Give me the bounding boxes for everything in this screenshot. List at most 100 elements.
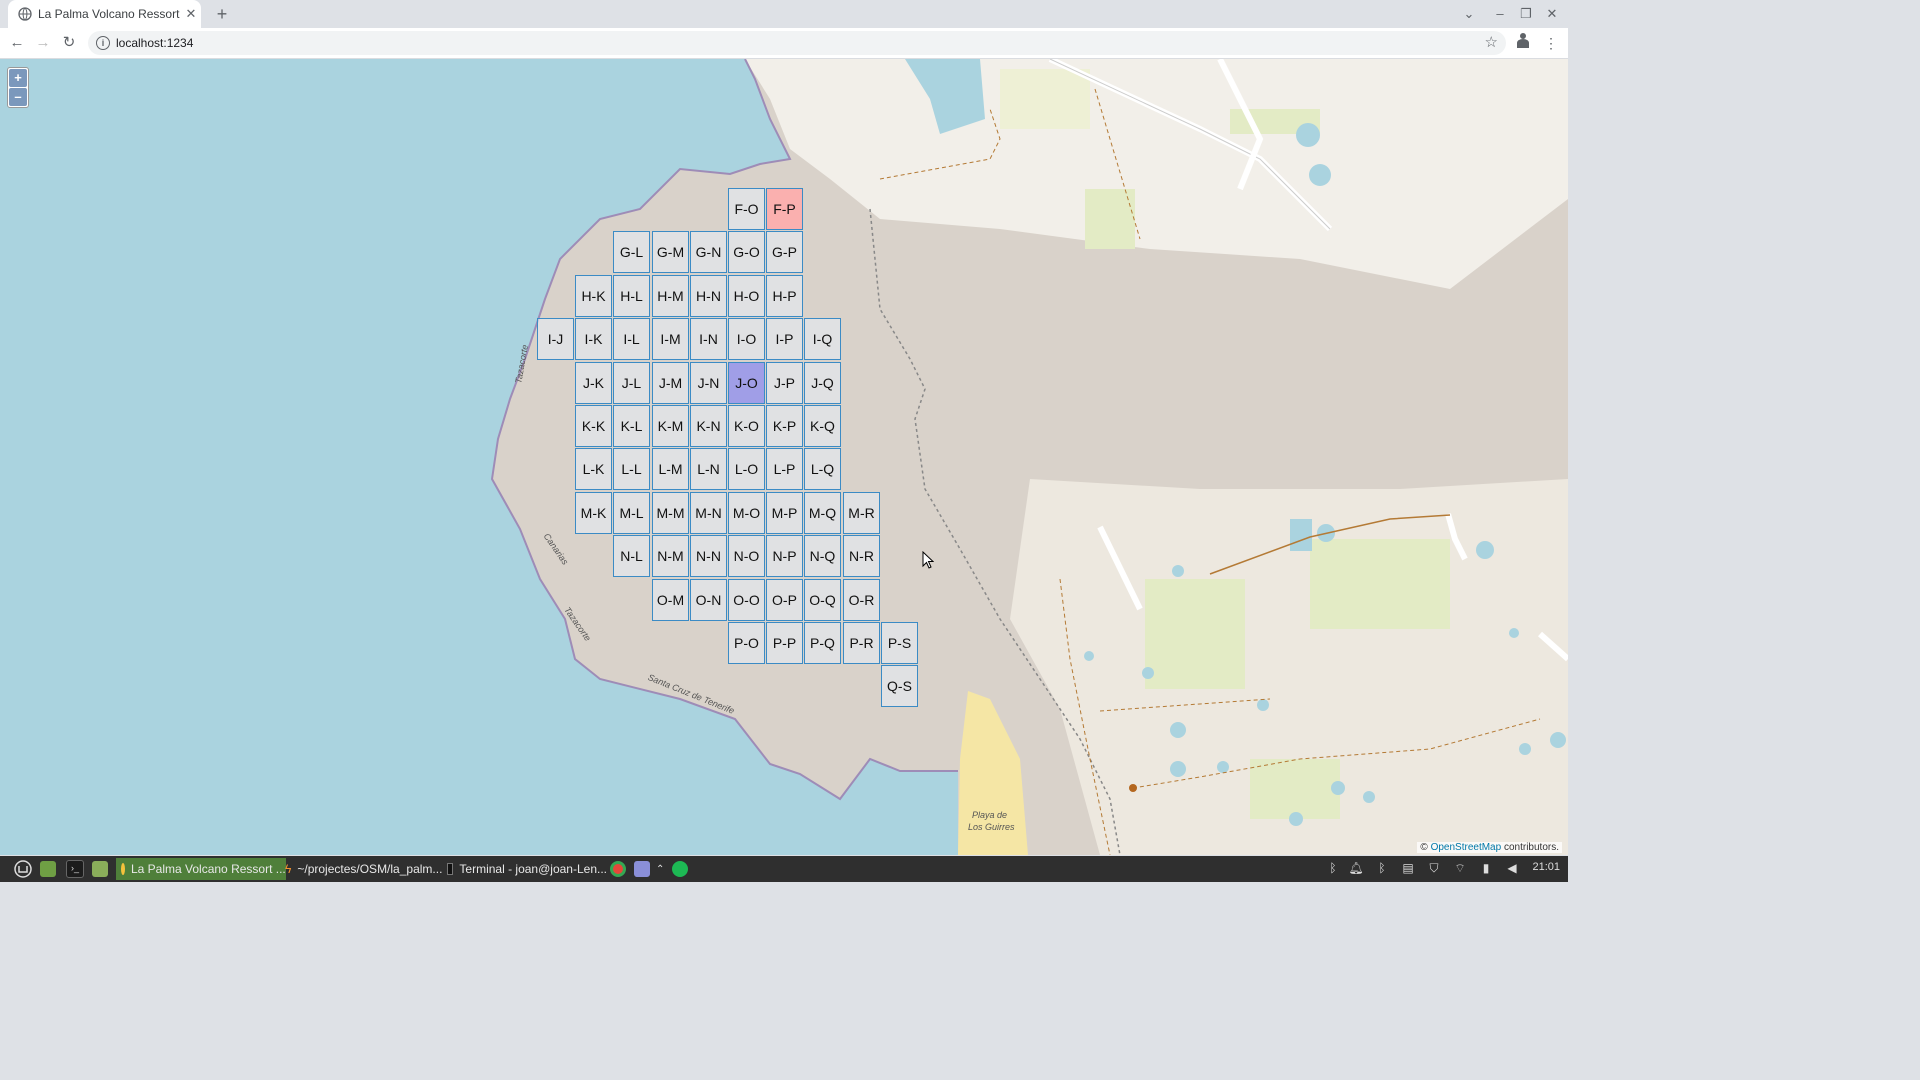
- bluetooth-alt-icon[interactable]: ᛒ: [1374, 860, 1390, 876]
- show-desktop-icon[interactable]: [40, 859, 56, 879]
- bookmark-star-icon[interactable]: ☆: [1485, 33, 1498, 51]
- back-button[interactable]: ←: [6, 32, 28, 54]
- grid-cell-l-k[interactable]: L-K: [575, 448, 612, 490]
- grid-cell-j-q[interactable]: J-Q: [804, 362, 841, 404]
- battery-icon[interactable]: ▮: [1478, 860, 1494, 876]
- grid-cell-k-m[interactable]: K-M: [652, 405, 689, 447]
- grid-cell-m-l[interactable]: M-L: [613, 492, 650, 534]
- grid-cell-m-n[interactable]: M-N: [690, 492, 727, 534]
- shield-icon[interactable]: ⛉: [1426, 860, 1442, 876]
- grid-cell-k-q[interactable]: K-Q: [804, 405, 841, 447]
- grid-cell-n-l[interactable]: N-L: [613, 535, 650, 577]
- zoom-out-button[interactable]: –: [9, 88, 27, 106]
- new-tab-button[interactable]: +: [212, 4, 232, 24]
- grid-cell-h-p[interactable]: H-P: [766, 275, 803, 317]
- grid-cell-m-r[interactable]: M-R: [843, 492, 880, 534]
- grid-cell-n-r[interactable]: N-R: [843, 535, 880, 577]
- task-editor[interactable]: ϟ ~/projectes/OSM/la_palm...: [280, 858, 450, 880]
- grid-cell-o-m[interactable]: O-M: [652, 579, 689, 621]
- chrome-launcher-icon[interactable]: [610, 859, 626, 879]
- grid-cell-h-m[interactable]: H-M: [652, 275, 689, 317]
- grid-cell-q-s[interactable]: Q-S: [881, 665, 918, 707]
- grid-cell-h-l[interactable]: H-L: [613, 275, 650, 317]
- terminal-launcher-icon[interactable]: ›_: [66, 859, 84, 879]
- task-terminal[interactable]: Terminal - joan@joan-Len...: [442, 858, 612, 880]
- grid-cell-k-p[interactable]: K-P: [766, 405, 803, 447]
- grid-cell-m-p[interactable]: M-P: [766, 492, 803, 534]
- grid-cell-p-q[interactable]: P-Q: [804, 622, 841, 664]
- grid-cell-j-p[interactable]: J-P: [766, 362, 803, 404]
- profile-icon[interactable]: [1512, 32, 1534, 54]
- grid-cell-m-k[interactable]: M-K: [575, 492, 612, 534]
- notes-launcher-icon[interactable]: [634, 859, 650, 879]
- grid-cell-o-q[interactable]: O-Q: [804, 579, 841, 621]
- notification-bell-icon[interactable]: 🔔︎: [1348, 860, 1364, 876]
- grid-cell-j-k[interactable]: J-K: [575, 362, 612, 404]
- map-view[interactable]: Tazacorte Canarias Tazacorte Santa Cruz …: [0, 59, 1568, 855]
- grid-cell-k-o[interactable]: K-O: [728, 405, 765, 447]
- minimize-button[interactable]: –: [1490, 4, 1510, 24]
- grid-cell-o-p[interactable]: O-P: [766, 579, 803, 621]
- bluetooth-icon[interactable]: ᛒ: [1325, 860, 1341, 876]
- clipboard-icon[interactable]: ▤: [1400, 860, 1416, 876]
- spotify-launcher-icon[interactable]: [672, 859, 688, 879]
- grid-cell-k-l[interactable]: K-L: [613, 405, 650, 447]
- grid-cell-m-m[interactable]: M-M: [652, 492, 689, 534]
- grid-cell-i-l[interactable]: I-L: [613, 318, 650, 360]
- grid-cell-i-k[interactable]: I-K: [575, 318, 612, 360]
- grid-cell-g-n[interactable]: G-N: [690, 231, 727, 273]
- grid-cell-f-o[interactable]: F-O: [728, 188, 765, 230]
- close-window-button[interactable]: ✕: [1542, 4, 1562, 24]
- grid-cell-o-n[interactable]: O-N: [690, 579, 727, 621]
- grid-cell-l-q[interactable]: L-Q: [804, 448, 841, 490]
- grid-cell-n-p[interactable]: N-P: [766, 535, 803, 577]
- volume-icon[interactable]: ◀︎: [1504, 860, 1520, 876]
- grid-cell-l-l[interactable]: L-L: [613, 448, 650, 490]
- menu-icon[interactable]: ⋮: [1540, 32, 1562, 54]
- zoom-in-button[interactable]: +: [9, 69, 27, 87]
- restore-button[interactable]: ❐: [1516, 4, 1536, 24]
- grid-cell-l-m[interactable]: L-M: [652, 448, 689, 490]
- grid-cell-p-s[interactable]: P-S: [881, 622, 918, 664]
- files-launcher-icon[interactable]: [92, 859, 108, 879]
- close-tab-icon[interactable]: ✕: [181, 6, 201, 22]
- tab-search-icon[interactable]: ⌄: [1459, 4, 1479, 24]
- grid-cell-h-n[interactable]: H-N: [690, 275, 727, 317]
- address-bar[interactable]: i localhost:1234 ☆: [88, 31, 1506, 55]
- grid-cell-i-q[interactable]: I-Q: [804, 318, 841, 360]
- grid-cell-n-q[interactable]: N-Q: [804, 535, 841, 577]
- grid-cell-n-o[interactable]: N-O: [728, 535, 765, 577]
- grid-cell-g-o[interactable]: G-O: [728, 231, 765, 273]
- task-browser[interactable]: La Palma Volcano Ressort ...: [116, 858, 286, 880]
- grid-cell-p-r[interactable]: P-R: [843, 622, 880, 664]
- reload-button[interactable]: ↻: [58, 32, 80, 54]
- grid-cell-g-m[interactable]: G-M: [652, 231, 689, 273]
- grid-cell-h-o[interactable]: H-O: [728, 275, 765, 317]
- grid-cell-m-q[interactable]: M-Q: [804, 492, 841, 534]
- grid-cell-m-o[interactable]: M-O: [728, 492, 765, 534]
- grid-cell-o-o[interactable]: O-O: [728, 579, 765, 621]
- grid-cell-g-p[interactable]: G-P: [766, 231, 803, 273]
- grid-cell-p-p[interactable]: P-P: [766, 622, 803, 664]
- grid-cell-n-m[interactable]: N-M: [652, 535, 689, 577]
- grid-cell-j-l[interactable]: J-L: [613, 362, 650, 404]
- grid-cell-f-p[interactable]: F-P: [766, 188, 803, 230]
- grid-cell-n-n[interactable]: N-N: [690, 535, 727, 577]
- grid-cell-i-n[interactable]: I-N: [690, 318, 727, 360]
- info-icon[interactable]: i: [96, 36, 110, 50]
- grid-cell-i-p[interactable]: I-P: [766, 318, 803, 360]
- chevron-up-icon[interactable]: ⌃: [656, 859, 664, 879]
- grid-cell-j-n[interactable]: J-N: [690, 362, 727, 404]
- grid-cell-i-o[interactable]: I-O: [728, 318, 765, 360]
- grid-cell-j-m[interactable]: J-M: [652, 362, 689, 404]
- grid-cell-j-o[interactable]: J-O: [728, 362, 765, 404]
- grid-cell-o-r[interactable]: O-R: [843, 579, 880, 621]
- grid-cell-g-l[interactable]: G-L: [613, 231, 650, 273]
- grid-cell-l-p[interactable]: L-P: [766, 448, 803, 490]
- grid-cell-i-j[interactable]: I-J: [537, 318, 574, 360]
- attribution-link[interactable]: OpenStreetMap: [1431, 842, 1502, 853]
- grid-cell-l-n[interactable]: L-N: [690, 448, 727, 490]
- grid-cell-h-k[interactable]: H-K: [575, 275, 612, 317]
- forward-button[interactable]: →: [32, 32, 54, 54]
- grid-cell-i-m[interactable]: I-M: [652, 318, 689, 360]
